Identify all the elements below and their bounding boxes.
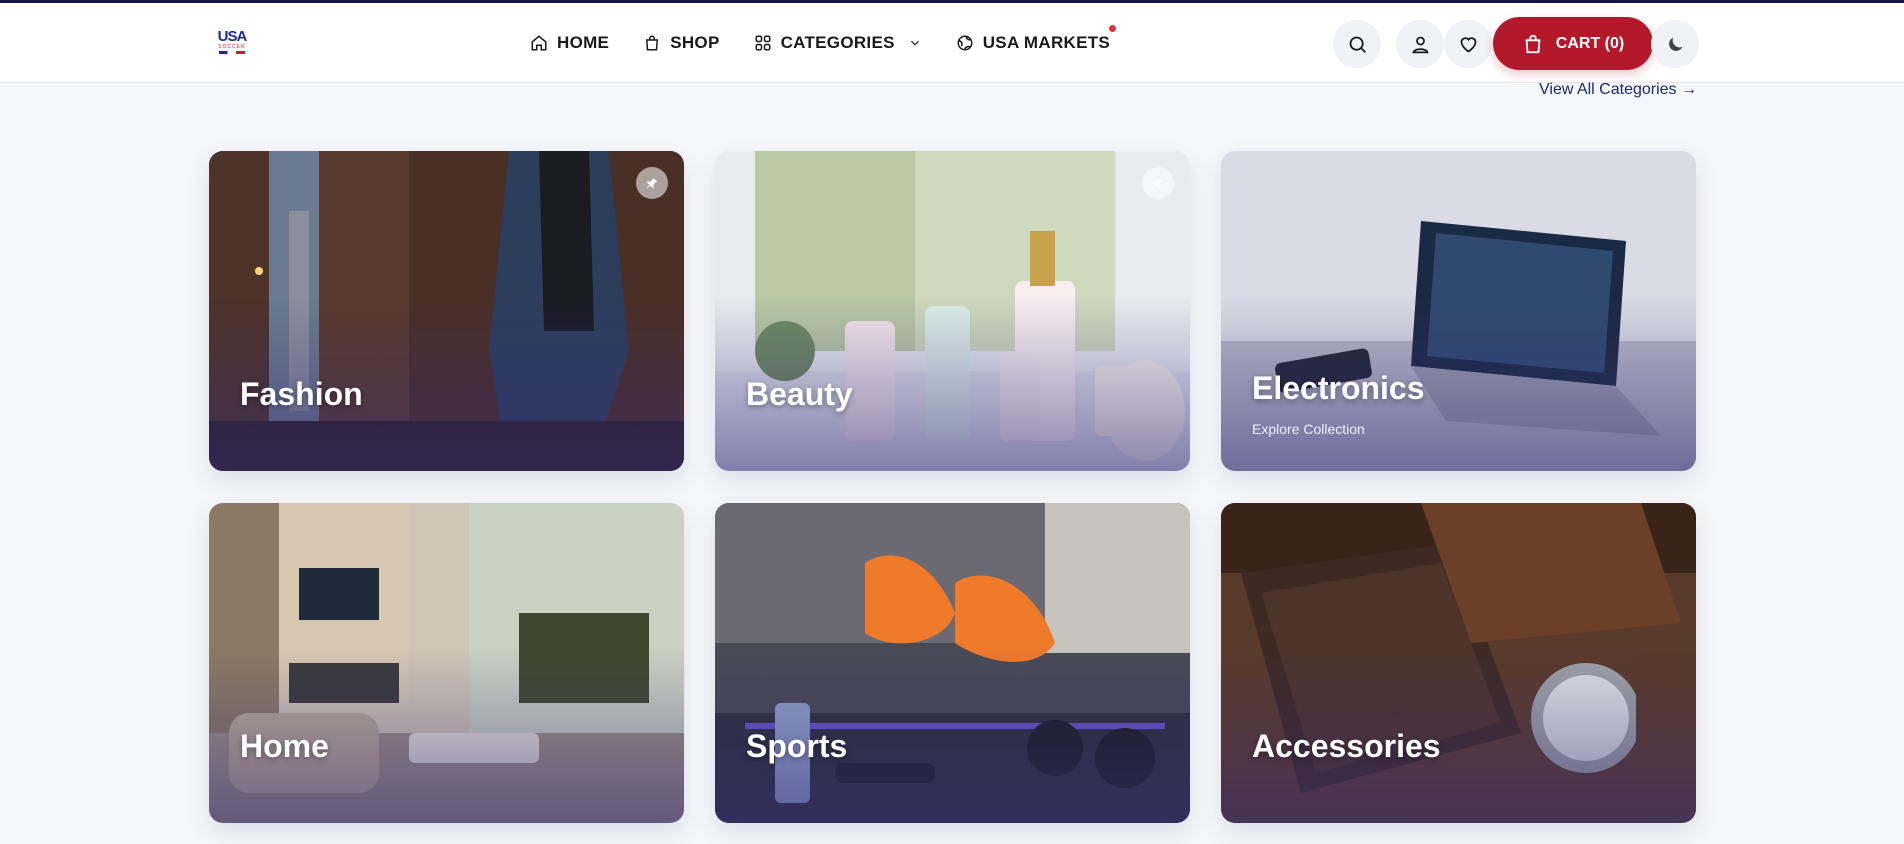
category-title: Electronics bbox=[1252, 370, 1425, 406]
category-title: Home bbox=[240, 728, 329, 764]
category-card-fashion[interactable]: Fashion bbox=[209, 151, 684, 471]
grid-icon bbox=[755, 35, 771, 51]
category-title: Accessories bbox=[1252, 728, 1441, 764]
category-title: Fashion bbox=[240, 376, 363, 412]
category-card-beauty[interactable]: Beauty bbox=[715, 151, 1190, 471]
cart-label: CART (0) bbox=[1555, 34, 1625, 52]
bag-icon bbox=[646, 35, 659, 51]
logo-subtext: SOCCER bbox=[218, 44, 246, 50]
category-title: Sports bbox=[746, 728, 848, 764]
wishlist-button[interactable] bbox=[1444, 20, 1492, 68]
theme-toggle-button[interactable] bbox=[1651, 20, 1699, 68]
category-subtitle: Explore Collection bbox=[1252, 421, 1365, 437]
category-card-accessories[interactable]: Accessories bbox=[1221, 503, 1696, 823]
category-title: Beauty bbox=[746, 376, 853, 412]
nav-item-shop[interactable]: SHOP bbox=[643, 33, 719, 53]
nav-item-label: HOME bbox=[557, 33, 610, 52]
navbar: USA SOCCER HOME SHOP CATEGORIES USA MARK… bbox=[0, 3, 1904, 83]
cart-button[interactable]: CART (0) bbox=[1493, 17, 1653, 70]
moon-icon bbox=[1668, 37, 1682, 51]
account-button[interactable] bbox=[1396, 20, 1444, 68]
category-card-home[interactable]: Home bbox=[209, 503, 684, 823]
shopping-bag-icon bbox=[1525, 34, 1541, 53]
nav-item-home[interactable]: HOME bbox=[530, 33, 609, 53]
view-all-categories-link[interactable]: View All Categories → bbox=[1539, 81, 1697, 99]
nav-item-label: CATEGORIES bbox=[780, 33, 895, 52]
globe-icon bbox=[957, 35, 973, 51]
pin-icon[interactable] bbox=[1142, 167, 1174, 199]
nav-item-categories[interactable]: CATEGORIES bbox=[754, 33, 922, 53]
search-button[interactable] bbox=[1333, 20, 1381, 68]
nav-item-label: USA MARKETS bbox=[982, 33, 1111, 52]
user-icon bbox=[1411, 36, 1429, 53]
category-card-electronics[interactable]: Electronics Explore Collection bbox=[1221, 151, 1696, 471]
nav-item-label: SHOP bbox=[670, 33, 720, 52]
nav-item-usa-markets[interactable]: USA MARKETS bbox=[956, 25, 1117, 53]
heart-icon bbox=[1460, 36, 1476, 53]
chevron-down-icon bbox=[910, 40, 919, 46]
main-nav: HOME SHOP CATEGORIES USA MARKETS bbox=[530, 3, 1144, 83]
site-logo[interactable]: USA SOCCER bbox=[214, 25, 250, 59]
notification-dot bbox=[1109, 25, 1117, 32]
category-card-sports[interactable]: Sports bbox=[715, 503, 1190, 823]
flag-icon bbox=[219, 51, 245, 54]
search-icon bbox=[1349, 36, 1366, 53]
logo-text: USA bbox=[217, 28, 248, 45]
pin-icon[interactable] bbox=[636, 167, 668, 199]
home-icon bbox=[531, 35, 547, 51]
